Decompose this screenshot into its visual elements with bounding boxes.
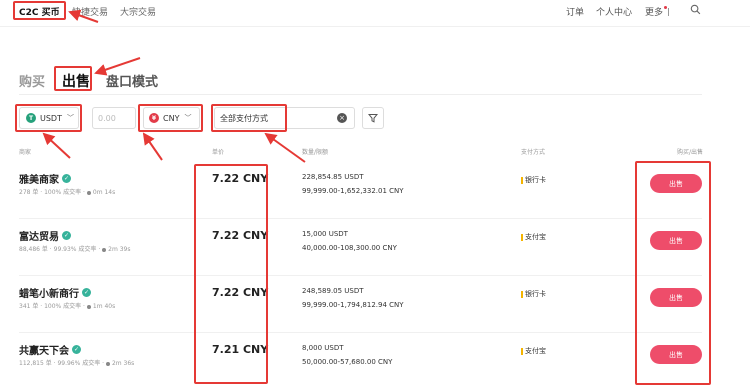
annotation-arrows bbox=[42, 9, 306, 163]
